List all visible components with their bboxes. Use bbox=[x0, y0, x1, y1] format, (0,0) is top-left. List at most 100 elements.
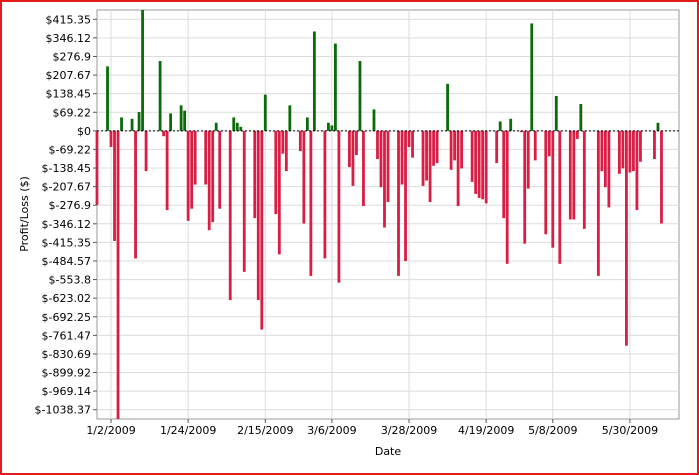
loss-bar bbox=[449, 130, 453, 170]
loss-bar bbox=[376, 130, 379, 160]
loss-bar bbox=[134, 130, 137, 259]
loss-bar bbox=[547, 130, 551, 157]
profit-bar bbox=[263, 94, 267, 131]
loss-bar bbox=[428, 130, 432, 203]
y-tick-label: $-692.25 bbox=[42, 311, 91, 324]
loss-bar bbox=[596, 130, 600, 276]
y-tick-label: $-899.92 bbox=[42, 367, 91, 380]
profit-bar bbox=[509, 118, 513, 131]
y-tick-label: $-830.69 bbox=[42, 348, 91, 361]
loss-bar bbox=[639, 130, 642, 162]
loss-bar bbox=[397, 130, 400, 276]
x-tick-label: 3/6/2009 bbox=[307, 424, 356, 437]
loss-bar bbox=[632, 130, 635, 172]
loss-bar bbox=[474, 130, 478, 194]
profit-bar bbox=[498, 121, 502, 131]
loss-bar bbox=[383, 130, 386, 228]
y-tick-label: $-761.47 bbox=[42, 329, 91, 342]
loss-bar bbox=[337, 130, 341, 283]
y-axis-title: Profit/Loss ($) bbox=[18, 176, 31, 252]
loss-bar bbox=[477, 130, 481, 198]
loss-bar bbox=[607, 130, 611, 208]
loss-bar bbox=[582, 130, 586, 229]
profit-bar bbox=[305, 117, 309, 131]
profit-bar bbox=[179, 105, 183, 131]
y-tick-label: $-276.9 bbox=[49, 199, 91, 212]
loss-bar bbox=[505, 130, 509, 264]
loss-bar bbox=[186, 130, 190, 221]
loss-bar bbox=[193, 130, 197, 185]
profit-bar bbox=[358, 61, 362, 131]
y-tick-label: $-553.8 bbox=[49, 274, 91, 287]
loss-bar bbox=[355, 130, 358, 156]
loss-bar bbox=[284, 130, 288, 172]
loss-bar bbox=[218, 130, 222, 209]
loss-bar bbox=[207, 130, 211, 231]
loss-bar bbox=[379, 130, 383, 188]
loss-bar bbox=[653, 130, 656, 160]
loss-bar bbox=[277, 130, 281, 255]
profit-bar bbox=[326, 122, 330, 131]
loss-bar bbox=[404, 130, 407, 262]
loss-bar bbox=[260, 130, 264, 330]
y-tick-label: $138.45 bbox=[46, 88, 92, 101]
y-tick-label: $-415.35 bbox=[42, 236, 91, 249]
loss-bar bbox=[502, 130, 506, 219]
profit-bar bbox=[137, 112, 141, 131]
profit-bar bbox=[656, 122, 660, 131]
loss-bar bbox=[298, 130, 302, 151]
profit-bar bbox=[235, 122, 239, 131]
profit-bar bbox=[372, 109, 376, 131]
loss-bar bbox=[526, 130, 530, 189]
profit-bar bbox=[130, 118, 134, 131]
profit-bar bbox=[120, 117, 123, 131]
y-tick-label: $-623.02 bbox=[42, 292, 91, 305]
loss-bar bbox=[603, 130, 607, 188]
y-tick-label: $346.12 bbox=[46, 32, 92, 45]
loss-bar bbox=[242, 130, 246, 272]
loss-bar bbox=[481, 130, 485, 200]
y-tick-label: $-1038.37 bbox=[35, 404, 91, 417]
loss-bar bbox=[162, 130, 166, 137]
loss-bar bbox=[165, 130, 169, 211]
profit-bar bbox=[169, 113, 173, 131]
loss-bar bbox=[625, 130, 628, 346]
loss-bar bbox=[400, 130, 404, 185]
loss-bar bbox=[495, 130, 499, 164]
loss-bar bbox=[635, 130, 639, 211]
loss-bar bbox=[407, 130, 411, 147]
y-tick-label: $415.35 bbox=[46, 13, 92, 26]
loss-bar bbox=[628, 130, 632, 173]
loss-bar bbox=[274, 130, 278, 215]
loss-bar bbox=[204, 130, 208, 185]
loss-bar bbox=[228, 130, 232, 301]
x-tick-label: 1/24/2009 bbox=[160, 424, 216, 437]
loss-bar bbox=[386, 130, 390, 203]
loss-bar bbox=[568, 130, 572, 220]
y-tick-label: $-969.14 bbox=[42, 385, 91, 398]
loss-bar bbox=[362, 130, 365, 207]
y-tick-label: $0 bbox=[77, 125, 91, 138]
profit-bar bbox=[106, 66, 109, 131]
profit-bar bbox=[232, 117, 236, 131]
loss-bar bbox=[190, 130, 194, 209]
x-tick-label: 3/28/2009 bbox=[381, 424, 437, 437]
profit-bar bbox=[214, 122, 218, 131]
loss-bar bbox=[435, 130, 439, 164]
profit-bar bbox=[579, 103, 583, 131]
loss-bar bbox=[425, 130, 428, 181]
loss-bar bbox=[456, 130, 460, 207]
loss-bar bbox=[544, 130, 548, 235]
loss-bar bbox=[621, 130, 625, 169]
x-axis-tick-labels: 1/2/2009 1/24/2009 2/15/2009 3/6/2009 3/28/2… bbox=[86, 419, 658, 437]
loss-bar bbox=[575, 130, 579, 139]
x-tick-label: 5/30/2009 bbox=[602, 424, 658, 437]
profit-bar bbox=[141, 10, 144, 131]
profit-bar bbox=[288, 105, 292, 131]
loss-bar bbox=[660, 130, 663, 224]
profit-bar bbox=[183, 110, 187, 131]
loss-bar bbox=[302, 130, 306, 224]
loss-bar bbox=[523, 130, 527, 244]
x-tick-label: 5/8/2009 bbox=[528, 424, 577, 437]
profit-bar bbox=[312, 31, 316, 131]
